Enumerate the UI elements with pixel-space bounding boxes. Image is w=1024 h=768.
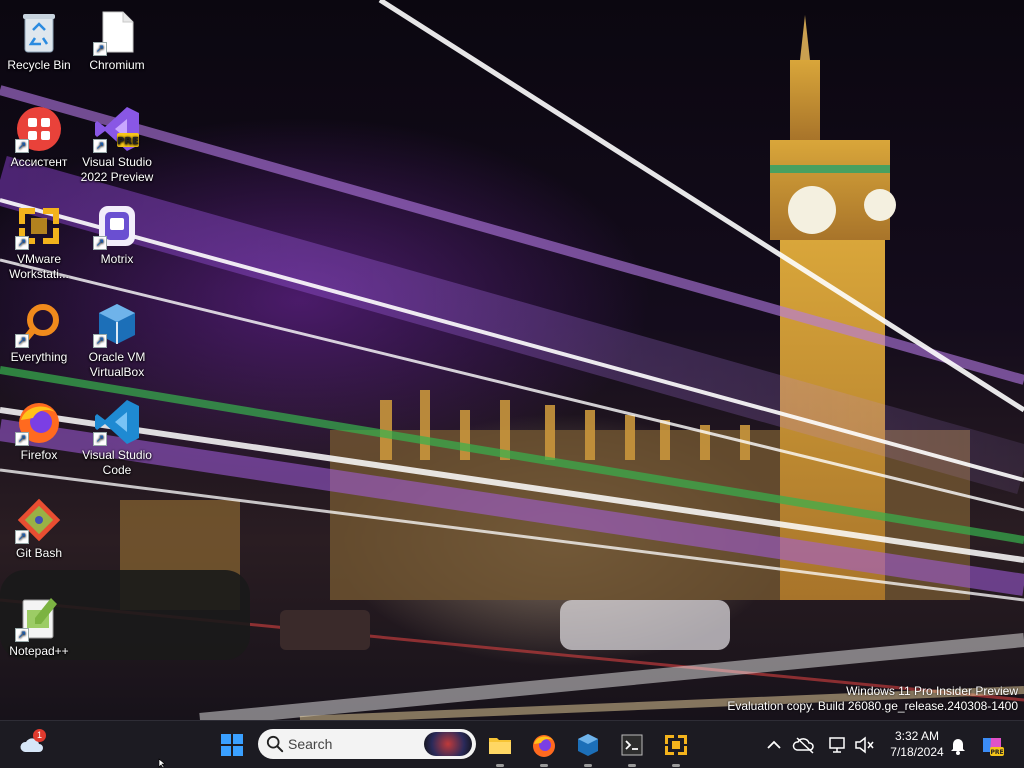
chevron-up-icon (767, 740, 781, 749)
desktop-icon-virtualbox[interactable]: ↗ Oracle VM VirtualBox (79, 292, 155, 380)
desktop-icon-everything[interactable]: ↗ Everything (1, 292, 77, 365)
firefox-icon: ↗ (15, 398, 63, 446)
firefox-icon (533, 735, 555, 757)
desktop-icon-notepad-plus-plus[interactable]: ↗ Notepad++ (1, 586, 77, 659)
weather-badge: 1 (33, 729, 46, 742)
terminal-icon (621, 734, 643, 756)
taskbar: 1 3:32 AM 7/18/2024 PRE (0, 720, 1024, 768)
shortcut-arrow-icon: ↗ (15, 530, 29, 544)
desktop-icon-label: Visual Studio 2022 Preview (80, 155, 154, 184)
desktop-icon-firefox[interactable]: ↗ Firefox (1, 390, 77, 463)
shortcut-arrow-icon: ↗ (15, 139, 29, 153)
taskbar-virtualbox[interactable] (572, 729, 604, 767)
watermark-edition: Windows 11 Pro Insider Preview (846, 684, 1018, 698)
cloud-offline-icon (792, 737, 814, 754)
shortcut-arrow-icon: ↗ (93, 432, 107, 446)
desktop-icon-git-bash[interactable]: ↗ Git Bash (1, 488, 77, 561)
taskbar-terminal[interactable] (616, 729, 648, 767)
assistant-icon: ↗ (15, 105, 63, 153)
notifications-button[interactable] (942, 729, 970, 761)
taskbar-vmware[interactable] (660, 729, 692, 767)
search-highlight-image (424, 732, 472, 756)
desktop-icon-vmware-workstation[interactable]: ↗ VMware Workstati... (1, 194, 77, 282)
shortcut-arrow-icon: ↗ (15, 334, 29, 348)
desktop-icon-label: VMware Workstati... (9, 252, 69, 281)
weather-widget[interactable]: 1 (16, 729, 48, 761)
taskbar-firefox[interactable] (528, 729, 560, 767)
motrix-icon: ↗ (93, 202, 141, 250)
shortcut-arrow-icon: ↗ (93, 236, 107, 250)
desktop-icon-label: Visual Studio Code (82, 448, 152, 477)
desktop-icon-label: Everything (10, 350, 68, 364)
recycle-bin-icon (15, 8, 63, 56)
volume-tray-button[interactable] (848, 729, 876, 761)
virtualbox-icon: ↗ (93, 300, 141, 348)
vs-badge-text: PRE (117, 136, 139, 147)
shortcut-arrow-icon: ↗ (15, 432, 29, 446)
desktop-icon-assistant[interactable]: ↗ Ассистент (1, 97, 77, 170)
file-explorer-icon (489, 738, 511, 754)
bell-icon (951, 739, 965, 755)
windows-watermark: Windows 11 Pro Insider Preview Evaluatio… (727, 684, 1018, 714)
start-button[interactable] (216, 729, 248, 761)
git-bash-icon: ↗ (15, 496, 63, 544)
vmware-workstation-icon: ↗ (15, 202, 63, 250)
desktop-icon-label: Oracle VM VirtualBox (88, 350, 146, 379)
taskbar-search[interactable] (258, 729, 476, 759)
watermark-build: Evaluation copy. Build 26080.ge_release.… (727, 699, 1018, 713)
desktop-icon-label: Motrix (100, 252, 134, 266)
search-icon (266, 735, 284, 753)
copilot-button[interactable]: PRE (976, 729, 1008, 761)
shortcut-arrow-icon: ↗ (15, 628, 29, 642)
desktop-icon-visual-studio-preview[interactable]: PRE ↗ Visual Studio 2022 Preview (79, 97, 155, 185)
network-tray-button[interactable] (822, 729, 850, 761)
everything-search-icon: ↗ (15, 300, 63, 348)
desktop-icon-motrix[interactable]: ↗ Motrix (79, 194, 155, 267)
desktop-icon-recycle-bin[interactable]: Recycle Bin (1, 0, 77, 73)
shortcut-arrow-icon: ↗ (93, 139, 107, 153)
desktop-icon-label: Recycle Bin (7, 58, 71, 72)
search-input[interactable] (288, 734, 408, 754)
notepad-plus-plus-icon: ↗ (15, 594, 63, 642)
desktop-icon-label: Ассистент (10, 155, 68, 169)
visual-studio-preview-icon: PRE ↗ (93, 105, 141, 153)
copilot-badge-text: PRE (990, 749, 1003, 756)
show-hidden-icons-button[interactable] (758, 729, 786, 761)
onedrive-tray-button[interactable] (789, 729, 817, 761)
shortcut-arrow-icon: ↗ (15, 236, 29, 250)
copilot-icon: PRE (983, 738, 1004, 756)
vscode-icon: ↗ (93, 398, 141, 446)
mouse-pointer-icon (158, 758, 166, 768)
vmware-icon (665, 735, 687, 755)
speaker-muted-icon (855, 736, 874, 754)
windows-start-icon (221, 734, 243, 756)
taskbar-file-explorer[interactable] (484, 729, 516, 767)
desktop-icon-label: Git Bash (15, 546, 63, 560)
virtualbox-icon (578, 734, 598, 756)
desktop-icon-vscode[interactable]: ↗ Visual Studio Code (79, 390, 155, 478)
desktop-icon-label: Firefox (20, 448, 58, 462)
shortcut-arrow-icon: ↗ (93, 42, 107, 56)
chromium-file-icon: ↗ (93, 8, 141, 56)
desktop-icon-label: Chromium (89, 58, 145, 72)
desktop-icon-chromium[interactable]: ↗ Chromium (79, 0, 155, 73)
desktop-icon-label: Notepad++ (9, 644, 69, 658)
shortcut-arrow-icon: ↗ (93, 334, 107, 348)
